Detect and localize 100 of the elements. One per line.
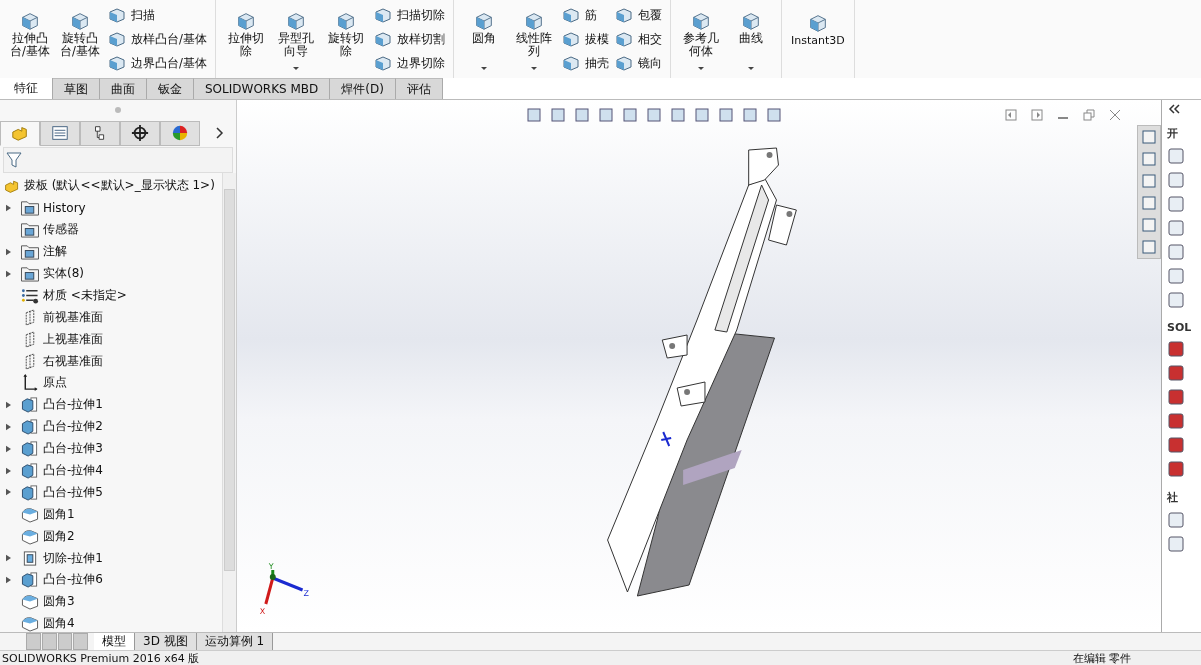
tree-item[interactable]: 圆角2	[43, 527, 75, 545]
resource-icon[interactable]	[1167, 243, 1185, 261]
view-tool-icon[interactable]	[549, 106, 567, 124]
tree-item[interactable]: 原点	[43, 374, 67, 392]
tree-item[interactable]: 凸台-拉伸3	[43, 440, 103, 458]
ribbon-button[interactable]: 边界凸台/基体	[108, 51, 207, 75]
view-tool-icon[interactable]	[741, 106, 759, 124]
ribbon-button[interactable]: 拉伸切除	[221, 2, 270, 76]
expand-arrow-icon[interactable]	[6, 422, 11, 431]
tile-left-icon[interactable]	[1005, 109, 1017, 121]
resource-icon[interactable]	[1167, 388, 1185, 406]
model-tab[interactable]: 模型	[94, 633, 135, 650]
tree-item[interactable]: 右视基准面	[43, 352, 103, 370]
view-tool-icon[interactable]	[597, 106, 615, 124]
ribbon-button[interactable]: 拉伸凸台/基体	[6, 2, 54, 76]
ribbon-button[interactable]: 抽壳	[561, 51, 609, 75]
resource-icon[interactable]	[1167, 436, 1185, 454]
ribbon-button[interactable]: 参考几何体	[676, 2, 725, 76]
view-tool-icon[interactable]	[621, 106, 639, 124]
expand-arrow-icon[interactable]	[6, 444, 11, 453]
tree-item[interactable]: 前视基准面	[43, 308, 103, 326]
tab-scroll-arrows-icon[interactable]	[26, 633, 88, 650]
expand-arrow-icon[interactable]	[6, 575, 11, 584]
ribbon-tab[interactable]: 钣金	[147, 78, 194, 99]
expand-arrow-icon[interactable]	[6, 269, 11, 278]
scrollbar[interactable]	[222, 173, 236, 632]
view-tool-icon[interactable]	[669, 106, 687, 124]
resource-icon[interactable]	[1167, 412, 1185, 430]
tree-item[interactable]: 上视基准面	[43, 330, 103, 348]
tree-item[interactable]: 注解	[43, 243, 67, 261]
expand-arrow-icon[interactable]	[6, 247, 11, 256]
view-tool-icon[interactable]	[717, 106, 735, 124]
ribbon-button[interactable]: 扫描切除	[373, 3, 445, 27]
ribbon-button[interactable]: Instant3D	[787, 2, 848, 76]
ribbon-tab[interactable]: SOLIDWORKS MBD	[194, 78, 331, 99]
tree-item[interactable]: 凸台-拉伸6	[43, 571, 103, 589]
tree-item[interactable]: 实体(8)	[43, 265, 84, 282]
expand-arrow-icon[interactable]	[6, 203, 11, 212]
tile-right-icon[interactable]	[1031, 109, 1043, 121]
ribbon-button[interactable]: 旋转切除	[321, 2, 370, 76]
ribbon-button[interactable]: 筋	[561, 3, 609, 27]
ribbon-button[interactable]: 镜向	[614, 51, 662, 75]
view-tool-icon[interactable]	[573, 106, 591, 124]
resource-icon[interactable]	[1167, 460, 1185, 478]
view-tool-icon[interactable]	[645, 106, 663, 124]
tree-item[interactable]: 传感器	[43, 221, 79, 239]
filter-field[interactable]	[3, 147, 233, 173]
view-tool-icon[interactable]	[525, 106, 543, 124]
collapse-icon[interactable]	[1167, 104, 1181, 114]
restore-icon[interactable]	[1083, 109, 1095, 121]
tree-item[interactable]: History	[43, 200, 86, 215]
tree-item[interactable]: 材质 <未指定>	[43, 286, 127, 304]
ribbon-button[interactable]: 旋转凸台/基体	[56, 2, 104, 76]
model-tab[interactable]: 3D 视图	[135, 633, 197, 650]
expand-arrow-icon[interactable]	[6, 466, 11, 475]
tree-item[interactable]: 切除-拉伸1	[43, 549, 103, 567]
resource-icon[interactable]	[1167, 219, 1185, 237]
ribbon-button[interactable]: 放样切割	[373, 27, 445, 51]
panel-tab[interactable]	[120, 120, 160, 146]
chevron-right-icon[interactable]	[214, 126, 224, 140]
resource-icon[interactable]	[1167, 291, 1185, 309]
expand-arrow-icon[interactable]	[6, 400, 11, 409]
ribbon-button[interactable]: 扫描	[108, 3, 207, 27]
ribbon-button[interactable]: 相交	[614, 27, 662, 51]
ribbon-button[interactable]: 线性阵列	[509, 2, 558, 76]
ribbon-tab[interactable]: 焊件(D)	[330, 78, 396, 99]
resource-icon[interactable]	[1167, 511, 1185, 529]
resource-icon[interactable]	[1167, 267, 1185, 285]
ribbon-button[interactable]: 拔模	[561, 27, 609, 51]
tree-item[interactable]: 圆角4	[43, 615, 75, 632]
view-tool-icon[interactable]	[765, 106, 783, 124]
ribbon-button[interactable]: 异型孔向导	[271, 2, 320, 76]
ribbon-button[interactable]: 包覆	[614, 3, 662, 27]
ribbon-tab[interactable]: 评估	[395, 78, 443, 99]
close-icon[interactable]	[1109, 109, 1121, 121]
tree-item[interactable]: 拨板 (默认<<默认>_显示状态 1>)	[24, 177, 215, 195]
tree-item[interactable]: 凸台-拉伸2	[43, 418, 103, 436]
resource-icon[interactable]	[1167, 364, 1185, 382]
cube-icon	[373, 6, 392, 24]
tree-item[interactable]: 圆角1	[43, 505, 75, 523]
resource-icon[interactable]	[1167, 195, 1185, 213]
tree-item[interactable]: 圆角3	[43, 593, 75, 611]
resource-icon[interactable]	[1167, 147, 1185, 165]
view-tool-icon[interactable]	[693, 106, 711, 124]
ribbon-button[interactable]: 边界切除	[373, 51, 445, 75]
ribbon-button[interactable]: 圆角	[459, 2, 508, 76]
expand-arrow-icon[interactable]	[6, 554, 11, 563]
splitter-handle[interactable]	[115, 107, 121, 113]
resource-icon[interactable]	[1167, 340, 1185, 358]
resource-icon[interactable]	[1167, 171, 1185, 189]
ribbon-tab[interactable]: 曲面	[100, 78, 147, 99]
tree-item[interactable]: 凸台-拉伸5	[43, 483, 103, 501]
resource-icon[interactable]	[1167, 535, 1185, 553]
ribbon-button[interactable]: 曲线	[726, 2, 775, 76]
model-tab[interactable]: 运动算例 1	[196, 633, 274, 650]
ribbon-tab[interactable]: 草图	[53, 78, 100, 99]
tree-item[interactable]: 凸台-拉伸4	[43, 462, 103, 479]
ribbon-button[interactable]: 放样凸台/基体	[108, 27, 207, 51]
expand-arrow-icon[interactable]	[6, 488, 11, 497]
tree-item[interactable]: 凸台-拉伸1	[43, 396, 103, 414]
